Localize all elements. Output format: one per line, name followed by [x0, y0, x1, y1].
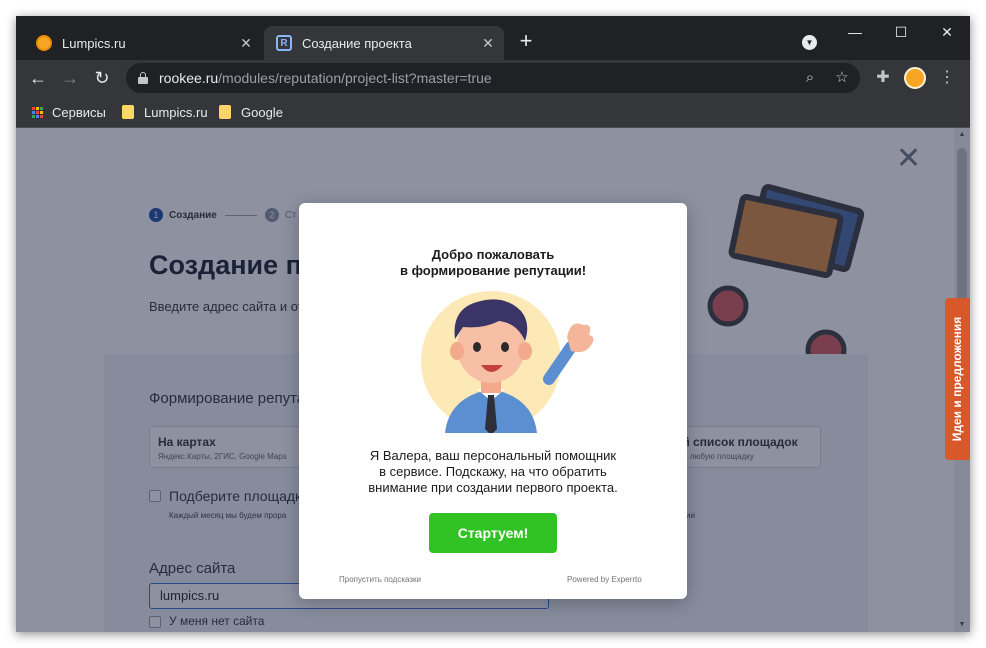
modal-description: Я Валера, ваш персональный помощник в се… — [319, 448, 667, 496]
lock-icon — [138, 72, 148, 84]
tab-title: Создание проекта — [302, 35, 412, 51]
folder-icon — [122, 105, 134, 119]
bookmark-lumpics[interactable]: Lumpics.ru — [122, 102, 208, 122]
start-button[interactable]: Стартуем! — [429, 513, 557, 553]
close-window-button[interactable]: ✕ — [924, 22, 970, 46]
modal-title-line: в формирование репутации! — [399, 263, 587, 278]
bookmark-google[interactable]: Google — [219, 102, 283, 122]
bookmark-label: Lumpics.ru — [144, 104, 208, 120]
apps-grid-icon — [32, 106, 43, 118]
bookmarks-bar: Сервисы Lumpics.ru Google — [16, 96, 970, 128]
modal-title-line: Добро пожаловать — [431, 247, 555, 262]
ideas-tab-label: Идеи и предложения — [950, 316, 964, 442]
skip-hints-link[interactable]: Пропустить подсказки — [339, 575, 421, 584]
maximize-button[interactable]: ☐ — [878, 22, 924, 46]
bookmark-label: Сервисы — [52, 104, 106, 120]
tab-strip: Lumpics.ru ✕ R Создание проекта ✕ + ▼ — … — [16, 16, 970, 60]
page-viewport: 1 Создание 2 Ст Создание п Введите адрес… — [16, 128, 970, 632]
profile-avatar[interactable] — [904, 67, 926, 89]
folder-icon — [219, 105, 231, 119]
browser-window: Lumpics.ru ✕ R Создание проекта ✕ + ▼ — … — [16, 16, 970, 632]
ideas-feedback-tab[interactable]: Идеи и предложения — [945, 298, 970, 460]
modal-text-line: Я Валера, ваш персональный помощник — [369, 448, 617, 463]
tab-close-icon[interactable]: ✕ — [236, 35, 256, 52]
extensions-puzzle-icon[interactable]: ✚ — [872, 67, 894, 89]
tab-create-project[interactable]: R Создание проекта ✕ — [264, 26, 504, 60]
rookee-favicon-icon: R — [276, 35, 292, 51]
assistant-avatar-illustration — [421, 291, 594, 433]
tab-search-icon[interactable]: ▼ — [802, 35, 817, 50]
modal-title: Добро пожаловать в формирование репутаци… — [299, 247, 687, 279]
bookmark-label: Google — [241, 104, 283, 120]
address-bar[interactable]: rookee.ru/modules/reputation/project-lis… — [126, 63, 860, 93]
browser-toolbar: ← → ↻ rookee.ru/modules/reputation/proje… — [16, 60, 970, 96]
back-arrow-icon[interactable]: ← — [26, 66, 50, 90]
powered-by-label: Powered by Experrto — [567, 575, 642, 584]
minimize-button[interactable]: — — [832, 22, 878, 46]
welcome-modal: Добро пожаловать в формирование репутаци… — [299, 203, 687, 599]
orange-favicon-icon — [36, 35, 52, 51]
new-tab-plus-icon[interactable]: + — [514, 30, 538, 54]
reload-icon[interactable]: ↻ — [90, 66, 114, 90]
url-text: rookee.ru/modules/reputation/project-lis… — [159, 70, 492, 86]
tab-lumpics[interactable]: Lumpics.ru ✕ — [24, 26, 262, 60]
forward-arrow-icon[interactable]: → — [58, 66, 82, 90]
bookmark-services[interactable]: Сервисы — [32, 102, 106, 122]
tab-title: Lumpics.ru — [62, 35, 126, 51]
star-icon[interactable]: ☆ — [832, 68, 852, 88]
menu-kebab-icon[interactable]: ⋮ — [936, 67, 958, 89]
modal-text-line: внимание при создании первого проекта. — [368, 480, 618, 495]
modal-text-line: в сервисе. Подскажу, на что обратить — [379, 464, 607, 479]
zoom-icon[interactable]: ⌕ — [800, 68, 820, 88]
tab-close-icon[interactable]: ✕ — [478, 35, 498, 52]
